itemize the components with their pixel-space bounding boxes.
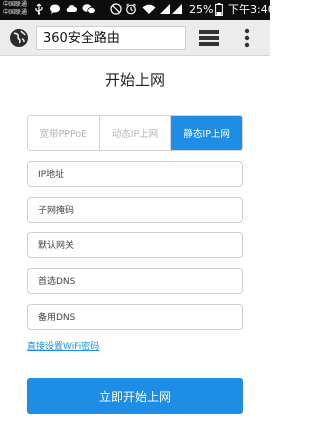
chat-bubble-icon	[49, 3, 61, 15]
tab-dhcp[interactable]: 动态IP上网	[98, 116, 171, 150]
signal-icon	[160, 3, 182, 15]
globe-icon[interactable]	[9, 28, 29, 48]
tab-pppoe[interactable]: 宽带PPPoE	[28, 116, 99, 150]
carrier-1-label: 中国联通	[3, 1, 28, 8]
overflow-menu-icon[interactable]	[243, 28, 251, 48]
secondary-dns-field[interactable]	[28, 306, 242, 330]
ip-address-field-wrap	[27, 161, 243, 187]
browser-toolbar: 360安全路由	[0, 20, 270, 56]
wechat-icon	[82, 3, 96, 15]
wifi-icon	[142, 3, 156, 15]
page-title: 开始上网	[104, 71, 165, 89]
secondary-dns-field-wrap	[27, 304, 243, 330]
tabs-icon[interactable]	[199, 30, 219, 46]
start-internet-button[interactable]: 立即开始上网	[27, 378, 243, 414]
alarm-icon	[125, 3, 137, 15]
cloud-icon	[65, 3, 77, 15]
dnd-icon	[110, 3, 122, 15]
set-wifi-password-link[interactable]: 直接设置WiFi密码	[27, 341, 99, 353]
connection-mode-selector: 宽带PPPoE 动态IP上网 静态IP上网	[27, 115, 243, 151]
battery-icon	[215, 3, 223, 16]
status-bar: 中国联通 中国联通 25% 下午3:40	[0, 0, 275, 20]
url-bar[interactable]: 360安全路由	[36, 26, 186, 50]
carrier-info: 中国联通 中国联通	[3, 1, 27, 17]
battery-percent: 25%	[189, 3, 214, 16]
subnet-mask-field[interactable]	[28, 199, 242, 223]
default-gateway-field-wrap	[27, 232, 243, 258]
subnet-mask-field-wrap	[27, 197, 243, 223]
usb-icon	[33, 3, 45, 15]
url-text: 360安全路由	[43, 31, 120, 46]
carrier-2-label: 中国联通	[3, 9, 28, 16]
status-time: 下午3:40	[228, 3, 275, 16]
primary-dns-field[interactable]	[28, 270, 242, 294]
ip-address-field[interactable]	[28, 163, 242, 187]
primary-dns-field-wrap	[27, 268, 243, 294]
default-gateway-field[interactable]	[28, 234, 242, 258]
tab-static-ip[interactable]: 静态IP上网	[170, 116, 242, 150]
